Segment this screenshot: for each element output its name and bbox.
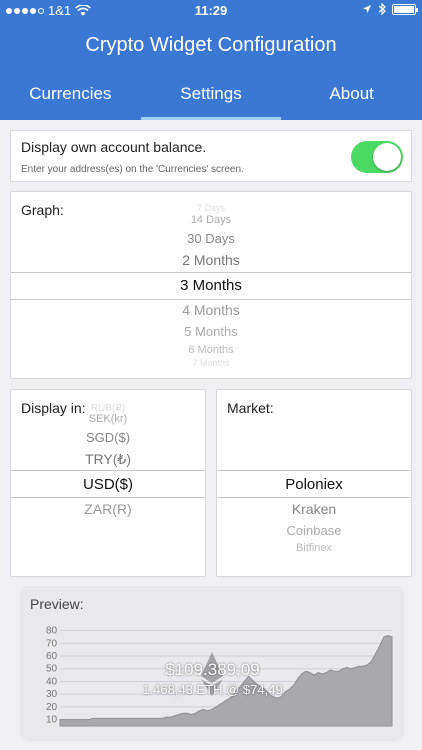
account-balance-hint: Enter your address(es) on the 'Currencie… xyxy=(21,164,244,175)
picker-option[interactable]: Bitfinex xyxy=(217,542,411,554)
display-currency-picker[interactable]: RUB(₽) SEK(kr) SGD($) TRY(₺) USD($) ZAR(… xyxy=(11,390,205,578)
tab-bar: Currencies Settings About xyxy=(0,84,422,120)
tab-currencies[interactable]: Currencies xyxy=(0,84,141,120)
location-arrow-icon xyxy=(363,5,371,13)
picker-option[interactable]: 7 Months xyxy=(11,358,411,368)
preview-label: Preview: xyxy=(30,596,84,612)
picker-option[interactable]: SGD($) xyxy=(11,430,205,445)
graph-range-picker[interactable]: 7 Days 14 Days 30 Days 2 Months 3 Months… xyxy=(11,192,411,380)
picker-option[interactable]: 7 Days xyxy=(11,203,411,213)
app-header: 1&1 11:29 Crypto Widget Configuration Cu… xyxy=(0,0,422,120)
picker-option[interactable]: 2 Months xyxy=(11,252,411,268)
tab-about[interactable]: About xyxy=(281,84,422,120)
preview-chart: 10 20 30 40 50 60 70 80 $109.389,09 1.468,43 ET… xyxy=(30,624,395,728)
picker-option[interactable]: 6 Months xyxy=(11,344,411,356)
bluetooth-icon xyxy=(378,3,386,15)
status-bar: 1&1 11:29 xyxy=(0,0,422,22)
preview-card: Preview: 10 20 30 40 50 60 70 80 $109.389,09 1.… xyxy=(20,586,404,741)
market-picker[interactable]: Poloniex Kraken Coinbase Bitfinex xyxy=(217,390,411,578)
page-title: Crypto Widget Configuration xyxy=(85,34,337,56)
clock: 11:29 xyxy=(194,3,228,18)
account-balance-card: Display own account balance. Enter your … xyxy=(10,130,412,182)
y-tick-label: 80 xyxy=(46,626,58,637)
display-in-label: Display in: xyxy=(21,400,86,416)
account-balance-toggle[interactable] xyxy=(351,141,403,173)
tab-settings[interactable]: Settings xyxy=(140,84,282,120)
preview-balance: $109.389,09 xyxy=(165,660,260,679)
y-tick-label: 10 xyxy=(46,715,58,726)
y-tick-label: 70 xyxy=(46,638,58,649)
preview-holding: 1.468,43 ETH @ $74,49 xyxy=(142,682,283,697)
account-balance-label: Display own account balance. xyxy=(21,139,207,155)
picker-option-selected[interactable]: USD($) xyxy=(11,476,205,493)
picker-option[interactable]: 5 Months xyxy=(11,324,411,339)
toggle-knob xyxy=(373,143,401,171)
picker-option[interactable]: Coinbase xyxy=(217,523,411,538)
picker-option[interactable]: Kraken xyxy=(217,501,411,517)
picker-option-selected[interactable]: 3 Months xyxy=(11,277,411,294)
picker-option[interactable]: 30 Days xyxy=(11,231,411,246)
picker-option[interactable]: TRY(₺) xyxy=(11,451,205,468)
price-area-series xyxy=(59,635,393,727)
picker-option[interactable]: 4 Months xyxy=(11,302,411,318)
picker-option[interactable]: 14 Days xyxy=(11,214,411,226)
picker-option[interactable]: ZAR(R) xyxy=(11,501,205,517)
y-tick-label: 20 xyxy=(46,702,58,713)
battery-icon xyxy=(392,3,418,15)
market-card: Market: Poloniex Kraken Coinbase Bitfine… xyxy=(216,389,412,577)
graph-range-card: Graph: 7 Days 14 Days 30 Days 2 Months 3… xyxy=(10,191,412,379)
picker-option-selected[interactable]: Poloniex xyxy=(217,476,411,493)
display-currency-card: RUB(₽) SEK(kr) SGD($) TRY(₺) USD($) ZAR(… xyxy=(10,389,206,577)
